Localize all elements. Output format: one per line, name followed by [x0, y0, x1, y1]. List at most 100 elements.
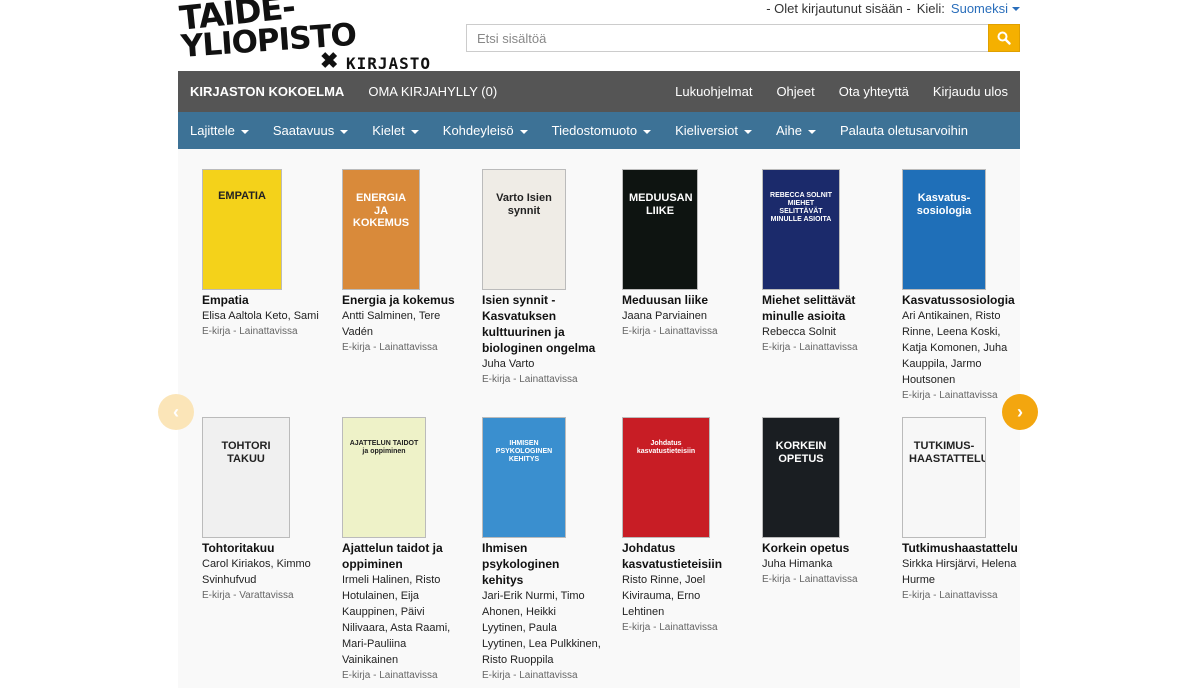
chevron-down-icon [643, 129, 652, 134]
book-authors: Ari Antikainen, Risto Rinne, Leena Koski… [902, 310, 1008, 386]
book-availability: E-kirja - Lainattavissa [622, 326, 718, 337]
book-item[interactable]: ENERGIA JA KOKEMUS Energia ja kokemus Antt… [342, 169, 462, 356]
book-cover[interactable]: KORKEIN OPETUS [762, 417, 840, 538]
book-title[interactable]: Ihmisen psykologinen kehitys [482, 540, 602, 588]
book-cover[interactable]: Varto Isien synnit [482, 169, 566, 290]
nav-contact[interactable]: Ota yhteyttä [839, 84, 909, 99]
nav-logout[interactable]: Kirjaudu ulos [933, 84, 1008, 99]
reset-filters-link[interactable]: Palauta oletusarvoihin [840, 123, 968, 138]
book-availability: E-kirja - Lainattavissa [342, 342, 438, 353]
book-authors: Juha Varto [482, 358, 535, 370]
book-availability: E-kirja - Lainattavissa [202, 326, 298, 337]
chevron-down-icon [340, 129, 349, 134]
carousel-next-button[interactable]: › [1002, 394, 1038, 430]
book-title[interactable]: Meduusan liike [622, 292, 742, 308]
book-item[interactable]: EMPATIA Empatia Elisa Aaltola Keto, Sami E-… [202, 169, 322, 340]
book-authors: Irmeli Halinen, Risto Hotulainen, Eija K… [342, 574, 451, 666]
book-availability: E-kirja - Varattavissa [202, 590, 294, 601]
book-title[interactable]: Johdatus kasvatustieteisiin [622, 540, 742, 572]
book-cover-title: Kasvatus-sosiologia [916, 192, 972, 217]
filter-language-versions[interactable]: Kieliversiot [675, 123, 752, 138]
book-title[interactable]: Korkein opetus [762, 540, 882, 556]
filter-bar: Lajittele Saatavuus Kielet Kohdeyleisö T… [178, 112, 1020, 149]
book-cover-title: ENERGIA JA KOKEMUS [352, 192, 410, 230]
book-item[interactable]: Johdatus kasvatustieteisiin Johdatus kasv… [622, 417, 742, 636]
book-title[interactable]: Isien synnit -Kasvatuksen kulttuurinen j… [482, 292, 602, 356]
filter-languages[interactable]: Kielet [372, 123, 419, 138]
language-selector[interactable]: Suomeksi [951, 1, 1020, 16]
chevron-right-icon: › [1017, 401, 1023, 422]
book-title[interactable]: Empatia [202, 292, 322, 308]
book-authors: Jari-Erik Nurmi, Timo Ahonen, Heikki Lyy… [482, 590, 601, 666]
book-carousel: EMPATIA Empatia Elisa Aaltola Keto, Sami E-… [178, 149, 1020, 688]
book-item[interactable]: IHMISEN PSYKOLOGINEN KEHITYS Ihmisen psyk… [482, 417, 602, 684]
book-availability: E-kirja - Lainattavissa [622, 622, 718, 633]
book-cover[interactable]: TUTKIMUS-HAASTATTELU [902, 417, 986, 538]
carousel-prev-button[interactable]: ‹ [158, 394, 194, 430]
book-title[interactable]: Tohtoritakuu [202, 540, 322, 556]
book-cover-title: TUTKIMUS-HAASTATTELU [909, 440, 986, 465]
book-cover[interactable]: EMPATIA [202, 169, 282, 290]
book-item[interactable]: MEDUUSAN LIIKE Meduusan liike Jaana Parvia… [622, 169, 742, 340]
book-item[interactable]: AJATTELUN TAIDOT ja oppiminen Ajattelun t… [342, 417, 462, 684]
search-button[interactable] [988, 24, 1020, 52]
filter-subject[interactable]: Aihe [776, 123, 817, 138]
top-status-bar: - Olet kirjautunut sisään - Kieli: Suome… [766, 0, 1020, 16]
logo-x-icon: ✖ [320, 48, 339, 73]
book-availability: E-kirja - Lainattavissa [342, 670, 438, 681]
book-authors: Elisa Aaltola Keto, Sami [202, 310, 319, 322]
book-cover-title: KORKEIN OPETUS [775, 440, 827, 465]
university-logo[interactable]: TAIDE- YLIOPISTO ✖ KIRJASTO [178, 0, 438, 73]
search-input[interactable] [466, 24, 988, 52]
chevron-down-icon [743, 129, 752, 134]
book-availability: E-kirja - Lainattavissa [762, 342, 858, 353]
book-item[interactable]: TUTKIMUS-HAASTATTELU Tutkimushaastattelu S… [902, 417, 1022, 604]
book-cover[interactable]: REBECCA SOLNIT MIEHET SELITTÄVÄT MINULLE… [762, 169, 840, 290]
language-label: Kieli: [916, 0, 945, 16]
book-cover-title: AJATTELUN TAIDOT ja oppiminen [349, 440, 419, 456]
book-title[interactable]: Tutkimushaastattelu [902, 540, 1022, 556]
book-title[interactable]: Miehet selittävät minulle asioita [762, 292, 882, 324]
book-item[interactable]: KORKEIN OPETUS Korkein opetus Juha Himanka… [762, 417, 882, 588]
book-cover[interactable]: Johdatus kasvatustieteisiin [622, 417, 710, 538]
chevron-down-icon [519, 129, 528, 134]
filter-sort[interactable]: Lajittele [190, 123, 249, 138]
book-cover-title: IHMISEN PSYKOLOGINEN KEHITYS [495, 440, 553, 464]
book-item[interactable]: Varto Isien synnit Isien synnit -Kasvatuk… [482, 169, 602, 388]
book-cover-title: MEDUUSAN LIIKE [629, 192, 693, 217]
chevron-down-icon [410, 129, 419, 134]
book-cover-title: TOHTORI TAKUU [221, 440, 271, 465]
language-value: Suomeksi [950, 0, 1008, 16]
filter-availability[interactable]: Saatavuus [273, 123, 349, 138]
main-navigation: KIRJASTON KOKOELMA OMA KIRJAHYLLY (0) Lu… [178, 71, 1020, 112]
nav-reading-apps[interactable]: Lukuohjelmat [675, 84, 752, 99]
nav-help[interactable]: Ohjeet [776, 84, 814, 99]
book-availability: E-kirja - Lainattavissa [902, 590, 998, 601]
book-availability: E-kirja - Lainattavissa [482, 670, 578, 681]
book-authors: Juha Himanka [762, 558, 833, 570]
book-authors: Carol Kiriakos, Kimmo Svinhufvud [202, 558, 311, 586]
nav-library-collection[interactable]: KIRJASTON KOKOELMA [190, 84, 344, 99]
book-cover[interactable]: AJATTELUN TAIDOT ja oppiminen [342, 417, 426, 538]
book-authors: Risto Rinne, Joel Kivirauma, Erno Lehtin… [622, 574, 706, 618]
book-title[interactable]: Ajattelun taidot ja oppiminen [342, 540, 462, 572]
book-cover[interactable]: MEDUUSAN LIIKE [622, 169, 698, 290]
nav-my-bookshelf[interactable]: OMA KIRJAHYLLY (0) [368, 84, 497, 99]
search-bar [466, 24, 1020, 52]
book-item[interactable]: TOHTORI TAKUU Tohtoritakuu Carol Kiriakos,… [202, 417, 322, 604]
filter-file-format[interactable]: Tiedostomuoto [552, 123, 652, 138]
book-cover[interactable]: ENERGIA JA KOKEMUS [342, 169, 420, 290]
chevron-down-icon [1012, 7, 1020, 12]
book-title[interactable]: Kasvatussosiologia [902, 292, 1022, 308]
book-item[interactable]: Kasvatus-sosiologia Kasvatussosiologia Ari… [902, 169, 1022, 404]
filter-audience[interactable]: Kohdeyleisö [443, 123, 528, 138]
book-title[interactable]: Energia ja kokemus [342, 292, 462, 308]
book-cover[interactable]: TOHTORI TAKUU [202, 417, 290, 538]
book-cover[interactable]: IHMISEN PSYKOLOGINEN KEHITYS [482, 417, 566, 538]
book-cover-title: EMPATIA [218, 190, 266, 202]
book-cover[interactable]: Kasvatus-sosiologia [902, 169, 986, 290]
book-item[interactable]: REBECCA SOLNIT MIEHET SELITTÄVÄT MINULLE… [762, 169, 882, 356]
search-icon [997, 31, 1011, 45]
book-cover-title: Varto Isien synnit [496, 192, 552, 217]
chevron-left-icon: ‹ [173, 401, 179, 422]
